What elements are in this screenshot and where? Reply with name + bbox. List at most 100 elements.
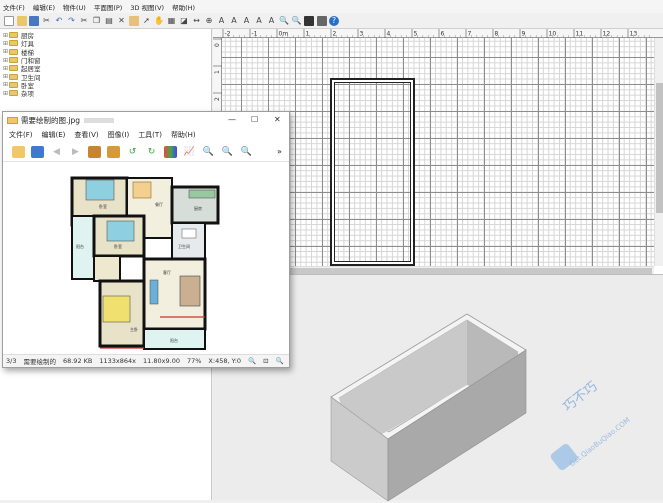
minimize-icon[interactable]: —	[228, 115, 236, 124]
status-zoom: 77%	[186, 357, 202, 365]
text-bold-icon[interactable]: A	[229, 16, 239, 26]
ruler-vertical-label: 2	[214, 97, 221, 101]
text-italic-icon[interactable]: A	[242, 16, 252, 26]
status-fit-icon[interactable]: ⊡	[263, 357, 268, 365]
tree-item-bathroom[interactable]: ⊞ 卫生间	[3, 72, 211, 82]
text-decrease-icon[interactable]: A	[267, 16, 277, 26]
zoom-in-icon[interactable]: 🔍	[279, 16, 289, 26]
tree-item-kitchen[interactable]: ⊞ 厨房	[3, 31, 211, 41]
ruler-tick-label: 7	[468, 31, 472, 38]
tree-item-misc[interactable]: ⊞ 杂项	[3, 89, 211, 99]
rotate-left-icon[interactable]: ↺	[126, 146, 139, 158]
cut-icon[interactable]: ✂	[79, 16, 89, 26]
video-icon[interactable]	[316, 15, 327, 26]
status-coords: X:458, Y:0	[208, 357, 242, 365]
help-icon[interactable]: ?	[329, 15, 339, 26]
viewer-menu-edit[interactable]: 编辑(E)	[42, 130, 66, 140]
folder-icon	[9, 90, 18, 97]
zoom-fit-icon[interactable]: 🔍	[221, 146, 234, 158]
menu-plan[interactable]: 平面图(P)	[94, 2, 123, 12]
histogram-icon[interactable]: 📈	[183, 146, 196, 158]
slideshow-icon[interactable]	[88, 145, 101, 158]
ruler-tick-label: 5	[414, 31, 418, 38]
fp-label-kitchen: 厨房	[194, 205, 202, 211]
fp-label-living: 客厅	[163, 269, 171, 275]
thumbnails-icon[interactable]	[107, 145, 120, 158]
viewer-titlebar[interactable]: 需要绘制的图.jpg — ☐ ✕	[3, 112, 289, 128]
ruler-tick-label: 1	[306, 31, 310, 38]
ruler-tick-label: 9	[522, 31, 526, 38]
zoom-out-icon[interactable]: 🔍	[240, 146, 253, 158]
new-icon[interactable]	[4, 15, 14, 26]
menu-file[interactable]: 文件(F)	[3, 2, 25, 12]
fp-bathroom-fixture	[181, 228, 197, 239]
create-dimensions-icon[interactable]: ↔	[192, 16, 202, 26]
text-icon[interactable]: A	[217, 16, 227, 26]
text-increase-icon[interactable]: A	[254, 16, 264, 26]
create-rooms-icon[interactable]: ◪	[179, 16, 189, 26]
menubar: 文件(F) 编辑(E) 物件(U) 平面图(P) 3D 视图(V) 帮助(H)	[0, 0, 663, 13]
image-file-icon	[7, 116, 18, 124]
viewer-menu-view[interactable]: 查看(V)	[74, 130, 98, 140]
pan-icon[interactable]: ✋	[154, 16, 164, 26]
viewer-menu-tools[interactable]: 工具(T)	[138, 130, 162, 140]
zoom-out-icon[interactable]: 🔍	[292, 16, 302, 26]
tree-item-bedroom[interactable]: ⊞ 卧室	[3, 81, 211, 90]
save-icon[interactable]	[29, 15, 39, 26]
fp-label-master: 主卧	[130, 326, 138, 332]
viewer-menubar: 文件(F) 编辑(E) 查看(V) 图像(I) 工具(T) 帮助(H)	[3, 128, 289, 142]
ruler-tick-label: 6	[441, 31, 445, 38]
viewer-menu-help[interactable]: 帮助(H)	[171, 130, 196, 140]
ruler-horizontal-marks: -2 -1 0m 1 2 3 4 5 6 7 8 9 10 11 12 13	[222, 29, 650, 38]
fp-kitchen-counter	[188, 189, 216, 199]
ruler-vertical-label: 1	[214, 70, 221, 74]
color-settings-icon[interactable]	[164, 145, 177, 158]
camera-icon[interactable]	[304, 15, 314, 26]
rotate-right-icon[interactable]: ↻	[145, 146, 158, 158]
next-icon[interactable]: ▶	[69, 146, 82, 158]
vertical-scroll-thumb[interactable]	[656, 83, 663, 213]
open-folder-icon[interactable]	[12, 145, 25, 158]
undo-icon[interactable]: ↶	[54, 16, 64, 26]
zoom-in-icon[interactable]: 🔍	[202, 146, 215, 158]
cut-tool-icon[interactable]: ✂	[42, 16, 52, 26]
status-physical-size: 11.80x9.00	[143, 357, 180, 365]
create-labels-icon[interactable]: ⊕	[204, 16, 214, 26]
fp-bathroom	[171, 222, 206, 260]
viewer-title: 需要绘制的图.jpg	[21, 115, 80, 125]
status-zoom-out-icon[interactable]: 🔍	[276, 357, 284, 365]
close-icon[interactable]: ✕	[274, 115, 281, 124]
redo-icon[interactable]: ↷	[67, 16, 77, 26]
menu-edit[interactable]: 编辑(E)	[33, 2, 55, 12]
ruler-tick-label: 8	[495, 31, 499, 38]
select-arrow-icon[interactable]: ➚	[142, 16, 152, 26]
vertical-scrollbar[interactable]	[654, 38, 663, 266]
add-furniture-icon[interactable]	[129, 15, 139, 26]
status-dimensions: 1133x864x	[99, 357, 137, 365]
floorplan-image: 卧室 餐厅 厨房 卧室 阳台 卫生间 客厅 主卧 阳台	[70, 176, 220, 350]
save-icon[interactable]	[31, 145, 44, 158]
copy-icon[interactable]: ❐	[92, 16, 102, 26]
tree-item-lights[interactable]: ⊞ 灯具	[3, 39, 211, 49]
viewer-menu-file[interactable]: 文件(F)	[9, 130, 33, 140]
fp-label-dining: 餐厅	[155, 201, 163, 207]
viewer-image-area[interactable]: 卧室 餐厅 厨房 卧室 阳台 卫生间 客厅 主卧 阳台	[3, 162, 289, 354]
menu-help[interactable]: 帮助(H)	[172, 2, 195, 12]
folder-icon	[9, 48, 18, 55]
delete-icon[interactable]: ✕	[117, 16, 127, 26]
viewer-menu-image[interactable]: 图像(I)	[108, 130, 130, 140]
previous-icon[interactable]: ◀	[50, 146, 63, 158]
status-zoom-in-icon[interactable]: 🔍	[248, 357, 256, 365]
image-viewer-window[interactable]: 需要绘制的图.jpg — ☐ ✕ 文件(F) 编辑(E) 查看(V) 图像(I)…	[2, 111, 290, 368]
ruler-tick-label: 0m	[279, 31, 289, 38]
maximize-icon[interactable]: ☐	[251, 115, 258, 124]
menu-furniture[interactable]: 物件(U)	[63, 2, 86, 12]
ruler-horizontal: -2 -1 0m 1 2 3 4 5 6 7 8 9 10 11 12 13	[213, 29, 663, 38]
wall-rectangle[interactable]	[330, 78, 415, 266]
menu-3d-view[interactable]: 3D 视图(V)	[130, 2, 164, 12]
open-icon[interactable]	[16, 15, 27, 26]
paste-icon[interactable]: ▤	[104, 16, 114, 26]
fp-small-room	[93, 255, 121, 282]
toolbar-overflow-icon[interactable]: »	[277, 147, 282, 156]
create-walls-icon[interactable]: ▦	[167, 16, 177, 26]
